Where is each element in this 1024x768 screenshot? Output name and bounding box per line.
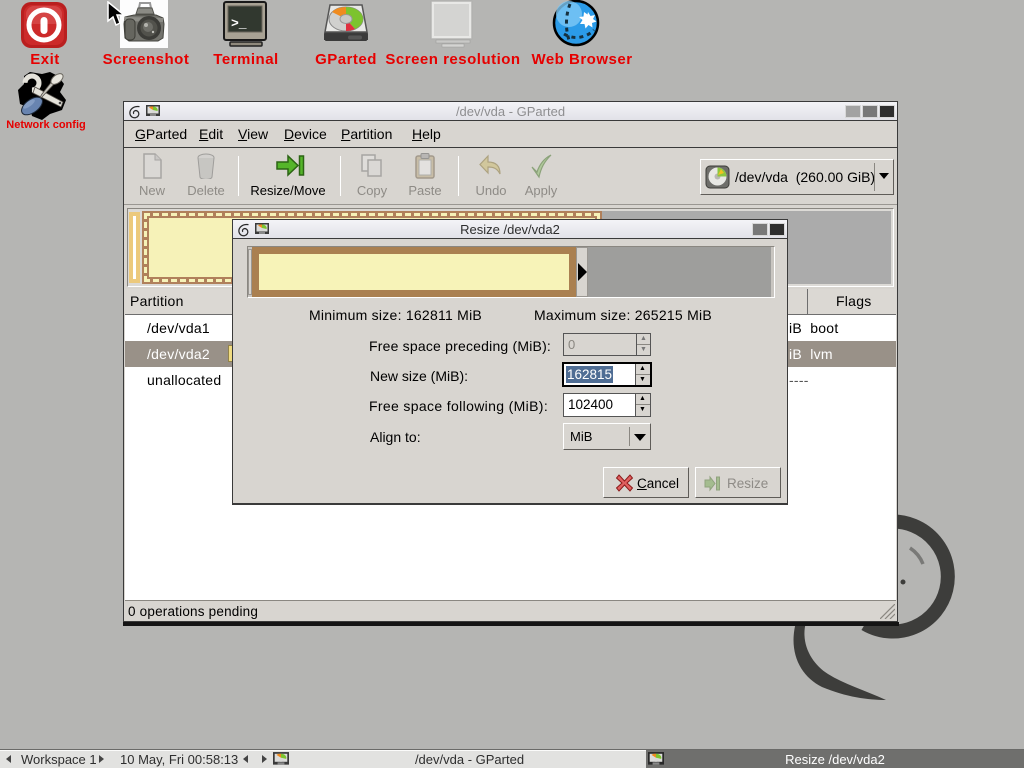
svg-text:>_: >_ xyxy=(231,16,247,31)
